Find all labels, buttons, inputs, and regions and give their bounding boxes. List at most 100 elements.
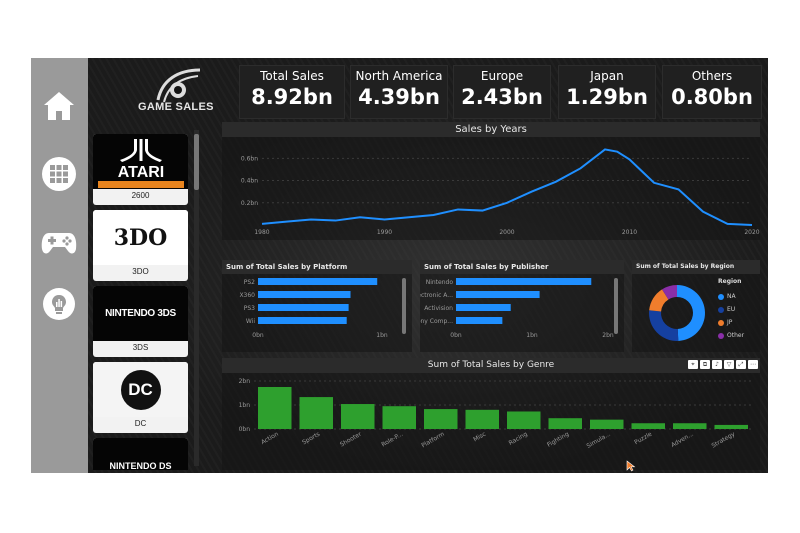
publisher-category-label: Electronic A... bbox=[420, 292, 453, 299]
region-sales-panel: Sum of Total Sales by Region Region NA E… bbox=[632, 260, 760, 352]
genre-category-label: Adven... bbox=[670, 431, 695, 449]
platform-label: DC bbox=[134, 419, 147, 428]
legend-item-other[interactable]: Other bbox=[718, 329, 744, 342]
panel-title: Sum of Total Sales by Platform bbox=[222, 260, 412, 274]
genre-category-label: Action bbox=[260, 431, 280, 447]
kpi-label: Others bbox=[691, 69, 733, 83]
y-tick-label: 0.4bn bbox=[241, 178, 258, 185]
bell-icon[interactable]: ♪ bbox=[712, 360, 722, 369]
legend-label: NA bbox=[727, 293, 736, 300]
3do-wordmark: 3DO bbox=[113, 224, 168, 251]
legend-item-jp[interactable]: JP bbox=[718, 316, 744, 329]
platform-category-label: Wii bbox=[246, 318, 255, 325]
genre-category-label: Shooter bbox=[339, 430, 363, 448]
platform-x-tick: 0bn bbox=[252, 332, 264, 339]
publisher-sales-chart: Nintendo Electronic A... Activision Sony Co… bbox=[420, 278, 618, 339]
ds-logo: NINTENDO DS bbox=[93, 438, 188, 470]
genre-category-label: Fighting bbox=[546, 431, 570, 449]
ds-wordmark: NINTENDO DS bbox=[109, 460, 172, 471]
x-tick-label: 2010 bbox=[622, 229, 637, 236]
x-tick-label: 1990 bbox=[377, 229, 392, 236]
3ds-wordmark: NINTENDO 3DS bbox=[105, 308, 176, 319]
legend-label: JP bbox=[727, 319, 733, 326]
platform-scrollbar-thumb[interactable] bbox=[194, 134, 199, 190]
dc-wordmark: DC bbox=[120, 369, 161, 410]
kpi-north-america: North America 4.39bn bbox=[350, 65, 448, 119]
genre-bar bbox=[714, 424, 748, 429]
publisher-scrollbar bbox=[614, 278, 618, 334]
platform-category-label: X360 bbox=[239, 292, 255, 299]
filter-icon[interactable]: ▽ bbox=[724, 360, 734, 369]
kpi-value: 1.29bn bbox=[566, 85, 648, 109]
atari-logo: ATARI bbox=[93, 134, 188, 189]
panel-title: Sum of Total Sales by Genre bbox=[222, 358, 760, 373]
legend-swatch bbox=[718, 293, 724, 300]
kpi-label: Europe bbox=[480, 69, 524, 83]
legend-item-na[interactable]: NA bbox=[718, 290, 744, 303]
game-sales-logo: GAME SALES bbox=[88, 58, 218, 120]
platform-x-tick: 1bn bbox=[376, 332, 388, 339]
kpi-japan: Japan 1.29bn bbox=[558, 65, 656, 119]
platform-card-3do[interactable]: 3DO 3DO bbox=[93, 210, 188, 281]
kpi-total-sales: Total Sales 8.92bn bbox=[239, 65, 345, 119]
platform-bar bbox=[258, 317, 347, 324]
dashboard-frame: GAME SALES Total Sales 8.92bn North Amer… bbox=[31, 58, 768, 473]
kpi-label: Total Sales bbox=[260, 69, 324, 83]
platform-sales-chart: PS2 X360 PS3 Wii 0bn 1bn bbox=[239, 278, 406, 339]
publisher-sales-panel: Sum of Total Sales by Publisher Nintendo… bbox=[420, 260, 624, 352]
focus-mode-icon[interactable]: ⤢ bbox=[736, 360, 746, 369]
y-tick-label: 2bn bbox=[239, 378, 251, 385]
platform-card-2600[interactable]: ATARI 2600 bbox=[93, 134, 188, 205]
platform-label: 2600 bbox=[131, 191, 150, 200]
y-tick-label: 0.6bn bbox=[241, 155, 258, 162]
more-options-icon[interactable]: ⋯ bbox=[748, 360, 758, 369]
publisher-x-tick: 0bn bbox=[450, 332, 462, 339]
genre-category-label: Strategy bbox=[710, 430, 736, 449]
platform-bar bbox=[258, 278, 378, 285]
region-legend-title: Region bbox=[718, 278, 742, 285]
controller-logo-icon bbox=[156, 68, 201, 103]
panel-title: Sum of Total Sales by Region bbox=[632, 260, 760, 274]
publisher-category-label: Nintendo bbox=[426, 279, 454, 286]
atari-wordmark: ATARI bbox=[117, 164, 164, 181]
x-tick-label: 2000 bbox=[499, 229, 514, 236]
legend-label: EU bbox=[727, 306, 736, 313]
sales-by-years-chart: 0.6bn 0.4bn 0.2bn 1980 1990 2000 2010 2020 bbox=[241, 148, 760, 236]
3do-logo: 3DO bbox=[93, 210, 188, 265]
region-donut-chart bbox=[649, 285, 706, 341]
kpi-value: 0.80bn bbox=[671, 85, 753, 109]
genre-sales-chart: 2bn 1bn 0bn Action Sports Shooter Role-P... Pla… bbox=[239, 378, 752, 450]
platform-sales-panel: Sum of Total Sales by Platform PS2 X360 PS… bbox=[222, 260, 412, 352]
region-legend: NA EU JP Other bbox=[718, 290, 744, 342]
platform-card-3ds[interactable]: NINTENDO 3DS 3DS bbox=[93, 286, 188, 357]
main-area: GAME SALES Total Sales 8.92bn North Amer… bbox=[88, 58, 768, 473]
genre-bar bbox=[382, 406, 416, 429]
genre-bar bbox=[299, 397, 333, 429]
platform-bar bbox=[258, 291, 351, 298]
genre-category-label: Sports bbox=[301, 431, 321, 447]
visual-header-toolbar: ⌖ ⧉ ♪ ▽ ⤢ ⋯ bbox=[688, 360, 758, 369]
legend-item-eu[interactable]: EU bbox=[718, 303, 744, 316]
kpi-value: 4.39bn bbox=[358, 85, 440, 109]
copy-icon[interactable]: ⧉ bbox=[700, 360, 710, 369]
publisher-x-tick: 1bn bbox=[526, 332, 538, 339]
kpi-label: Japan bbox=[590, 69, 624, 83]
platform-card-dc[interactable]: DC DC bbox=[93, 362, 188, 433]
mouse-cursor-icon bbox=[626, 460, 636, 472]
donut-slice-na bbox=[677, 285, 706, 341]
home-icon[interactable] bbox=[39, 86, 79, 126]
publisher-bar bbox=[456, 278, 592, 285]
legend-label: Other bbox=[727, 332, 745, 339]
gamepad-icon[interactable] bbox=[39, 222, 79, 262]
panel-title: Sales by Years bbox=[222, 122, 760, 137]
platform-category-label: PS3 bbox=[244, 305, 255, 312]
grid-icon[interactable] bbox=[39, 154, 79, 194]
insights-icon[interactable] bbox=[39, 284, 79, 324]
genre-category-label: Misc bbox=[472, 431, 487, 444]
pin-icon[interactable]: ⌖ bbox=[688, 360, 698, 369]
kpi-label: North America bbox=[355, 69, 443, 83]
genre-category-label: Puzzle bbox=[633, 431, 653, 447]
genre-category-label: Role-P... bbox=[380, 431, 404, 449]
sales-line bbox=[261, 148, 753, 226]
platform-card-ds[interactable]: NINTENDO DS bbox=[93, 438, 188, 470]
